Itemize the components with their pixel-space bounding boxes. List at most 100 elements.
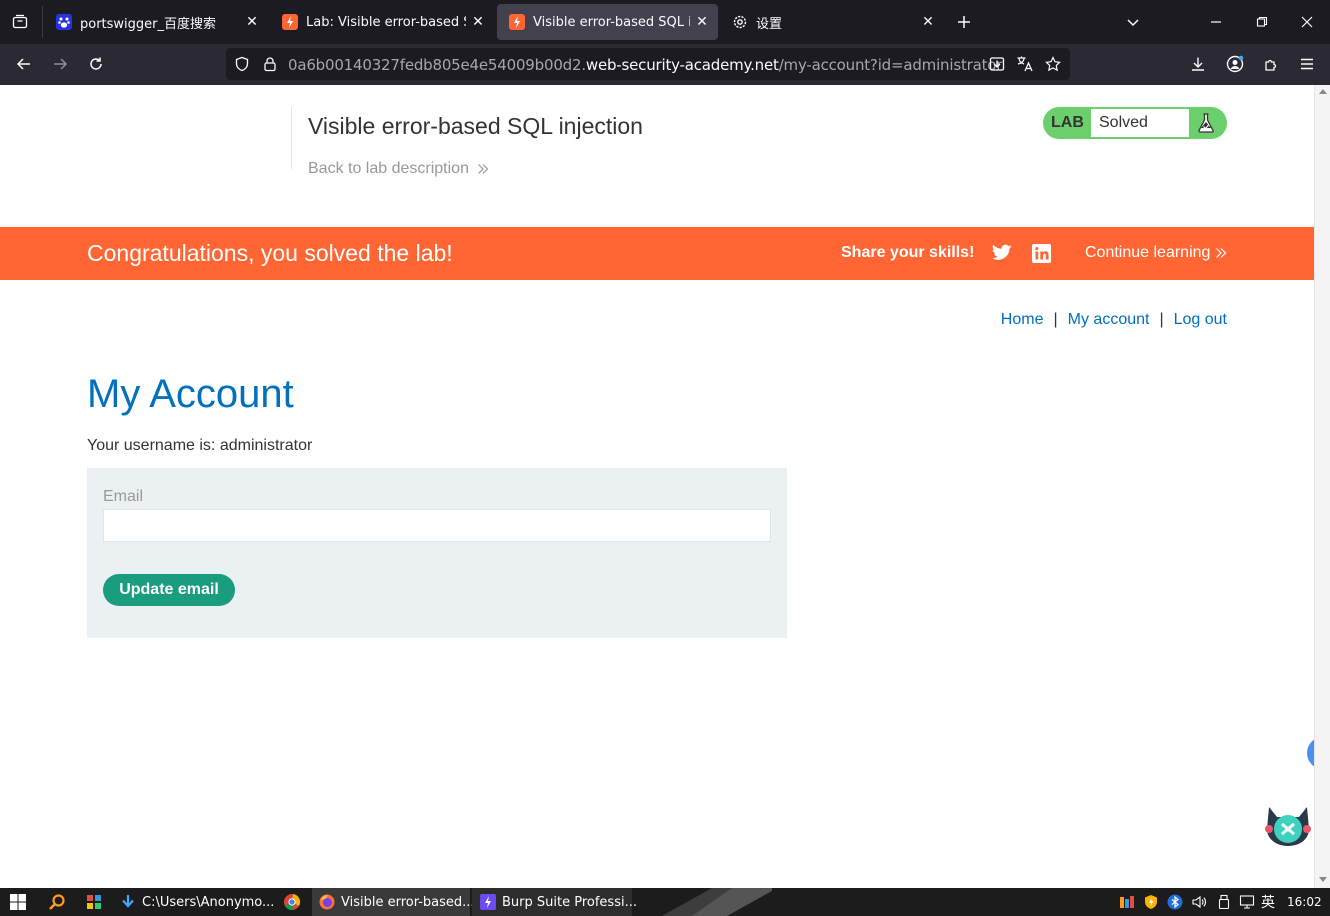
back-arrow-icon[interactable] [8, 48, 40, 80]
tray-app-icon[interactable] [1119, 888, 1135, 916]
taskbar-item-label: Burp Suite Professi... [502, 894, 637, 910]
account-icon[interactable] [1219, 48, 1251, 80]
app-grid-icon[interactable] [86, 888, 102, 916]
taskbar-item-label: Visible error-based... [341, 894, 475, 910]
lock-icon[interactable] [262, 56, 278, 72]
search-icon[interactable] [48, 888, 66, 916]
tab-settings[interactable]: 设置 ✕ [720, 4, 944, 40]
extensions-icon[interactable] [1255, 48, 1287, 80]
gear-icon [732, 14, 748, 30]
tab-list-icon[interactable] [8, 10, 32, 34]
back-link-label: Back to lab description [308, 160, 469, 177]
tab-title: portswigger_百度搜索 [80, 16, 217, 32]
chrome-icon[interactable] [283, 888, 301, 916]
linkedin-icon[interactable] [1032, 244, 1051, 263]
taskbar-item-explorer[interactable]: C:\Users\Anonymo... [120, 888, 280, 916]
url-subdomain: 0a6b00140327fedb805e4e54009b00d2. [288, 56, 586, 74]
web-page: Visible error-based SQL injection Back t… [0, 85, 1314, 888]
navigation-toolbar: 0a6b00140327fedb805e4e54009b00d2.web-sec… [0, 44, 1330, 85]
speaker-icon[interactable] [1191, 888, 1207, 916]
chevron-down-icon[interactable] [1121, 10, 1145, 34]
twitter-icon[interactable] [992, 244, 1012, 262]
tab-title: 设置 [756, 16, 783, 32]
close-tab-icon[interactable]: ✕ [466, 10, 490, 34]
side-panel-toggle[interactable] [1307, 737, 1314, 769]
continue-learning-label: Continue learning [1085, 244, 1211, 261]
scroll-down-arrow-icon[interactable] [1319, 877, 1327, 883]
my-account-link[interactable]: My account [1068, 311, 1150, 328]
bluetooth-icon[interactable] [1167, 888, 1183, 916]
lab-status-badge: LAB Solved [1043, 107, 1227, 139]
taskbar-item-label: C:\Users\Anonymo... [142, 894, 275, 910]
tab-title: Lab: Visible error-based SQL i [306, 14, 466, 30]
update-email-form: Email Update email [87, 468, 787, 638]
firefox-icon [319, 894, 335, 910]
downloads-icon[interactable] [1182, 48, 1214, 80]
download-arrow-icon [120, 894, 136, 910]
taskbar-decoration [632, 888, 772, 916]
shield-icon[interactable] [234, 56, 250, 72]
minimize-icon[interactable] [1193, 0, 1239, 44]
continue-learning-link[interactable]: Continue learning [1085, 244, 1227, 262]
close-tab-icon[interactable]: ✕ [690, 10, 714, 34]
lab-badge-label: LAB [1051, 114, 1084, 131]
flask-icon [1197, 113, 1215, 133]
restore-icon[interactable] [1239, 0, 1285, 44]
reload-icon[interactable] [80, 48, 112, 80]
tab-lab-description[interactable]: Lab: Visible error-based SQL i ✕ [270, 4, 494, 40]
home-link[interactable]: Home [1001, 311, 1044, 328]
close-tab-icon[interactable]: ✕ [916, 10, 940, 34]
taskbar-item-firefox[interactable]: Visible error-based... [312, 888, 475, 916]
log-out-link[interactable]: Log out [1174, 311, 1227, 328]
nav-separator: | [1053, 311, 1058, 328]
share-skills-label: Share your skills! [841, 244, 975, 261]
double-chevron-right-icon [1215, 247, 1227, 259]
url-path: /my-account?id=administrator [778, 56, 1003, 74]
burp-suite-icon [480, 894, 496, 910]
username-text: Your username is: administrator [87, 437, 313, 454]
windows-start-icon[interactable] [10, 888, 26, 916]
double-chevron-right-icon [477, 163, 489, 175]
nav-separator: | [1159, 311, 1164, 328]
top-navigation: Home | My account | Log out [1001, 311, 1227, 329]
translate-icon[interactable] [1016, 55, 1034, 73]
tab-separator [42, 6, 43, 38]
back-to-lab-description-link[interactable]: Back to lab description [308, 160, 643, 178]
star-bookmark-icon[interactable] [1045, 56, 1061, 72]
close-window-icon[interactable] [1284, 0, 1330, 44]
windows-taskbar: C:\Users\Anonymo... Visible error-based.… [0, 888, 1330, 916]
usb-drive-icon[interactable] [1216, 888, 1232, 916]
tray-shield-icon[interactable] [1143, 888, 1159, 916]
system-clock[interactable]: 16:02 [1287, 895, 1322, 909]
cat-mascot-icon[interactable] [1263, 799, 1313, 849]
url-domain: web-security-academy.net [585, 56, 779, 74]
scroll-up-arrow-icon[interactable] [1319, 88, 1327, 94]
save-page-icon[interactable] [989, 56, 1005, 72]
forward-arrow-icon[interactable] [44, 48, 76, 80]
new-tab-plus-icon[interactable] [952, 10, 976, 34]
email-field[interactable] [103, 509, 771, 542]
lab-header: Visible error-based SQL injection Back t… [291, 107, 643, 177]
taskbar-item-burp[interactable]: Burp Suite Professi... [472, 888, 637, 916]
close-tab-icon[interactable]: ✕ [240, 10, 264, 34]
address-bar[interactable]: 0a6b00140327fedb805e4e54009b00d2.web-sec… [226, 48, 1070, 80]
baidu-paw-icon [56, 14, 72, 30]
email-label: Email [103, 488, 144, 505]
solved-banner: Congratulations, you solved the lab! Sha… [0, 227, 1314, 280]
page-title: My Account [87, 372, 294, 416]
tab-my-account-active[interactable]: Visible error-based SQL inject ✕ [497, 4, 718, 40]
tab-title: Visible error-based SQL inject [533, 14, 690, 30]
url-text[interactable]: 0a6b00140327fedb805e4e54009b00d2.web-sec… [288, 56, 1002, 74]
lab-title: Visible error-based SQL injection [308, 113, 643, 139]
hamburger-menu-icon[interactable] [1291, 48, 1323, 80]
lab-status-text: Solved [1091, 109, 1189, 137]
tab-baidu[interactable]: portswigger_百度搜索 ✕ [44, 4, 268, 40]
tab-strip: portswigger_百度搜索 ✕ Lab: Visible error-ba… [0, 0, 1330, 44]
portswigger-icon [509, 14, 525, 30]
portswigger-icon [282, 14, 298, 30]
network-monitor-icon[interactable] [1239, 888, 1255, 916]
ime-indicator[interactable]: 英 [1261, 888, 1275, 916]
page-scrollbar[interactable] [1314, 85, 1330, 888]
update-email-button[interactable]: Update email [103, 574, 235, 606]
congratulations-message: Congratulations, you solved the lab! [87, 240, 453, 266]
